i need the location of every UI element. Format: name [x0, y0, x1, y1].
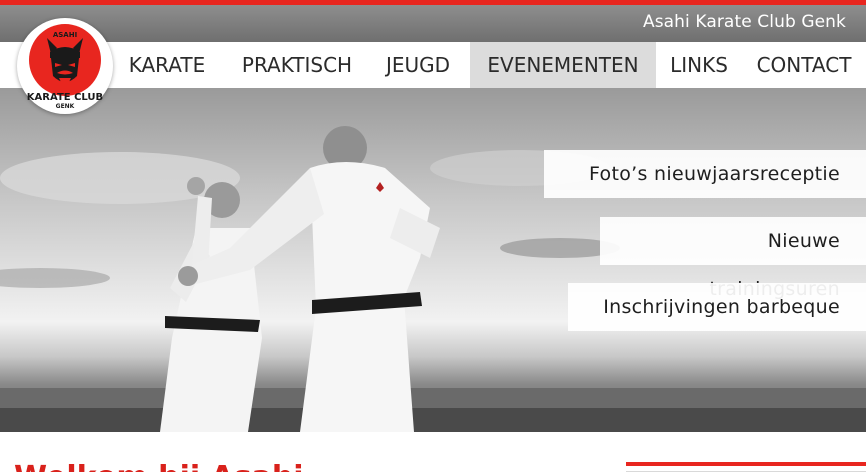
nav-item-evenementen[interactable]: EVENEMENTEN	[470, 42, 656, 88]
news-link-nieuwjaarsreceptie[interactable]: Foto’s nieuwjaarsreceptie	[544, 150, 866, 198]
svg-text:KARATE CLUB: KARATE CLUB	[27, 92, 103, 103]
nav-item-karate[interactable]: KARATE	[117, 42, 217, 88]
sidebar-divider	[626, 462, 866, 472]
nav-item-jeugd[interactable]: JEUGD	[372, 42, 464, 88]
top-bar: Asahi Karate Club Genk	[0, 5, 866, 42]
hero-banner: Foto’s nieuwjaarsreceptie Nieuwe trainin…	[0, 88, 866, 432]
nav-item-links[interactable]: LINKS	[662, 42, 736, 88]
main-navigation: KARATE PRAKTISCH JEUGD EVENEMENTEN LINKS…	[0, 42, 866, 88]
nav-item-praktisch[interactable]: PRAKTISCH	[228, 42, 366, 88]
nav-item-contact[interactable]: CONTACT	[742, 42, 866, 88]
news-link-barbeque[interactable]: Inschrijvingen barbeque	[568, 283, 866, 331]
svg-text:ASAHI: ASAHI	[53, 31, 77, 39]
club-logo[interactable]: ASAHI KARATE CLUB GENK	[17, 18, 113, 114]
svg-text:GENK: GENK	[56, 103, 75, 110]
samurai-mask-icon: ASAHI KARATE CLUB GENK	[27, 24, 103, 110]
female-karateka	[160, 177, 262, 432]
welcome-heading: Welkom bij Asahi	[14, 460, 304, 472]
news-link-trainingsuren[interactable]: Nieuwe trainingsuren	[600, 217, 866, 300]
site-title: Asahi Karate Club Genk	[642, 12, 846, 32]
content-area: Welkom bij Asahi	[0, 432, 866, 472]
